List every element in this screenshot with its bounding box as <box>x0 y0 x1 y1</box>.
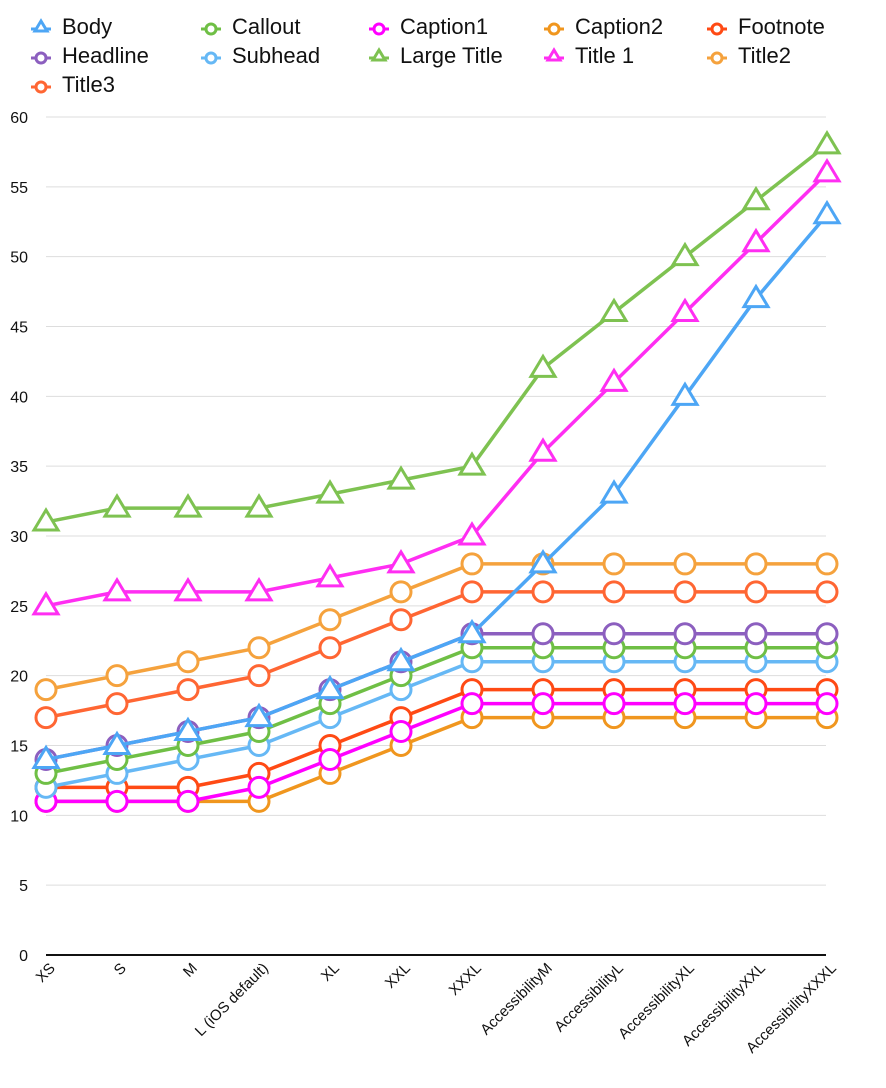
y-tick-label: 35 <box>10 459 28 476</box>
data-point-caption1 <box>389 720 413 744</box>
data-point-caption1 <box>247 775 271 799</box>
y-axis-ticks: 0 5 10 15 20 25 30 35 40 45 50 55 60 <box>10 110 28 965</box>
data-point-title3 <box>673 580 697 604</box>
data-point-headline <box>602 622 626 646</box>
data-point-caption1 <box>176 789 200 813</box>
data-point-title2 <box>318 608 342 632</box>
data-point-large-title <box>528 353 558 378</box>
data-point-title3 <box>815 580 839 604</box>
data-point-title2 <box>744 552 768 576</box>
y-tick-label: 0 <box>19 948 28 965</box>
data-point-large-title <box>741 185 771 211</box>
data-point-large-title <box>102 493 132 518</box>
series-line-subhead <box>45 659 827 790</box>
data-point-title3 <box>34 706 58 730</box>
series-caption2 <box>34 706 839 813</box>
x-tick-label: L (iOS default) <box>192 960 272 1040</box>
data-point-large-title <box>173 493 203 518</box>
series-title2 <box>34 552 839 702</box>
data-point-caption1 <box>673 692 697 716</box>
series-callout <box>34 636 839 785</box>
data-point-large-title <box>670 241 700 267</box>
x-tick-label: S <box>111 960 130 979</box>
data-point-title2 <box>105 664 129 688</box>
series-large-title <box>31 130 842 532</box>
x-tick-label: AccessibilityL <box>551 960 627 1036</box>
x-axis-ticks: XS S ML (iOS default) XL XXL XXXLAccessibilit… <box>33 960 840 1057</box>
data-point-title3 <box>602 580 626 604</box>
y-tick-label: 25 <box>10 599 28 616</box>
data-point-caption1 <box>602 692 626 716</box>
data-point-title3 <box>176 678 200 702</box>
y-tick-label: 60 <box>10 110 28 127</box>
y-tick-label: 5 <box>19 878 28 895</box>
data-point-title3 <box>460 580 484 604</box>
data-point-caption1 <box>744 692 768 716</box>
data-point-title2 <box>460 552 484 576</box>
series-line-large-title <box>45 143 829 524</box>
data-point-title2 <box>34 678 58 702</box>
data-point-caption1 <box>460 692 484 716</box>
data-point-body <box>812 199 842 225</box>
data-point-title2 <box>815 552 839 576</box>
x-tick-label: M <box>180 960 201 981</box>
data-point-headline <box>744 622 768 646</box>
data-point-title3 <box>531 580 555 604</box>
series-subhead <box>34 650 839 799</box>
series-body <box>31 199 842 769</box>
series-line-title2 <box>45 562 827 692</box>
data-point-title-1 <box>812 157 842 183</box>
data-point-caption1 <box>815 692 839 716</box>
data-point-title2 <box>602 552 626 576</box>
y-tick-label: 10 <box>10 808 28 825</box>
series-line-headline <box>45 632 827 762</box>
series-line-title3 <box>45 590 827 720</box>
y-tick-label: 55 <box>10 180 28 197</box>
data-point-large-title <box>812 130 842 155</box>
data-point-title3 <box>389 608 413 632</box>
data-point-title3 <box>247 664 271 688</box>
data-point-caption1 <box>531 692 555 716</box>
data-point-title2 <box>247 636 271 660</box>
gridlines <box>46 116 826 886</box>
data-point-title3 <box>318 636 342 660</box>
series-title3 <box>34 580 839 730</box>
data-point-title2 <box>389 580 413 604</box>
data-point-large-title <box>599 297 629 323</box>
series-line-body <box>45 213 829 762</box>
data-point-title2 <box>673 552 697 576</box>
y-tick-label: 30 <box>10 529 28 546</box>
x-tick-label: XL <box>318 960 343 985</box>
data-point-headline <box>673 622 697 646</box>
data-point-title2 <box>176 650 200 674</box>
data-point-title-1 <box>102 576 132 602</box>
x-tick-label: XS <box>33 960 59 986</box>
data-point-title3 <box>744 580 768 604</box>
x-tick-label: XXL <box>382 960 414 992</box>
y-tick-label: 40 <box>10 389 28 406</box>
line-chart: 0 5 10 15 20 25 30 35 40 45 50 55 60 XS S ML (iOS defa… <box>10 110 842 1057</box>
y-tick-label: 45 <box>10 320 28 337</box>
y-tick-label: 50 <box>10 250 28 267</box>
data-point-caption1 <box>105 789 129 813</box>
data-point-title3 <box>105 692 129 716</box>
data-point-caption1 <box>318 747 342 771</box>
data-point-title-1 <box>173 576 203 602</box>
y-tick-label: 15 <box>10 739 28 756</box>
x-tick-label: AccessibilityM <box>477 960 556 1039</box>
data-point-headline <box>531 622 555 646</box>
series-group <box>31 130 842 813</box>
data-point-headline <box>815 622 839 646</box>
y-tick-label: 20 <box>10 669 28 686</box>
x-tick-label: XXXL <box>446 960 485 999</box>
